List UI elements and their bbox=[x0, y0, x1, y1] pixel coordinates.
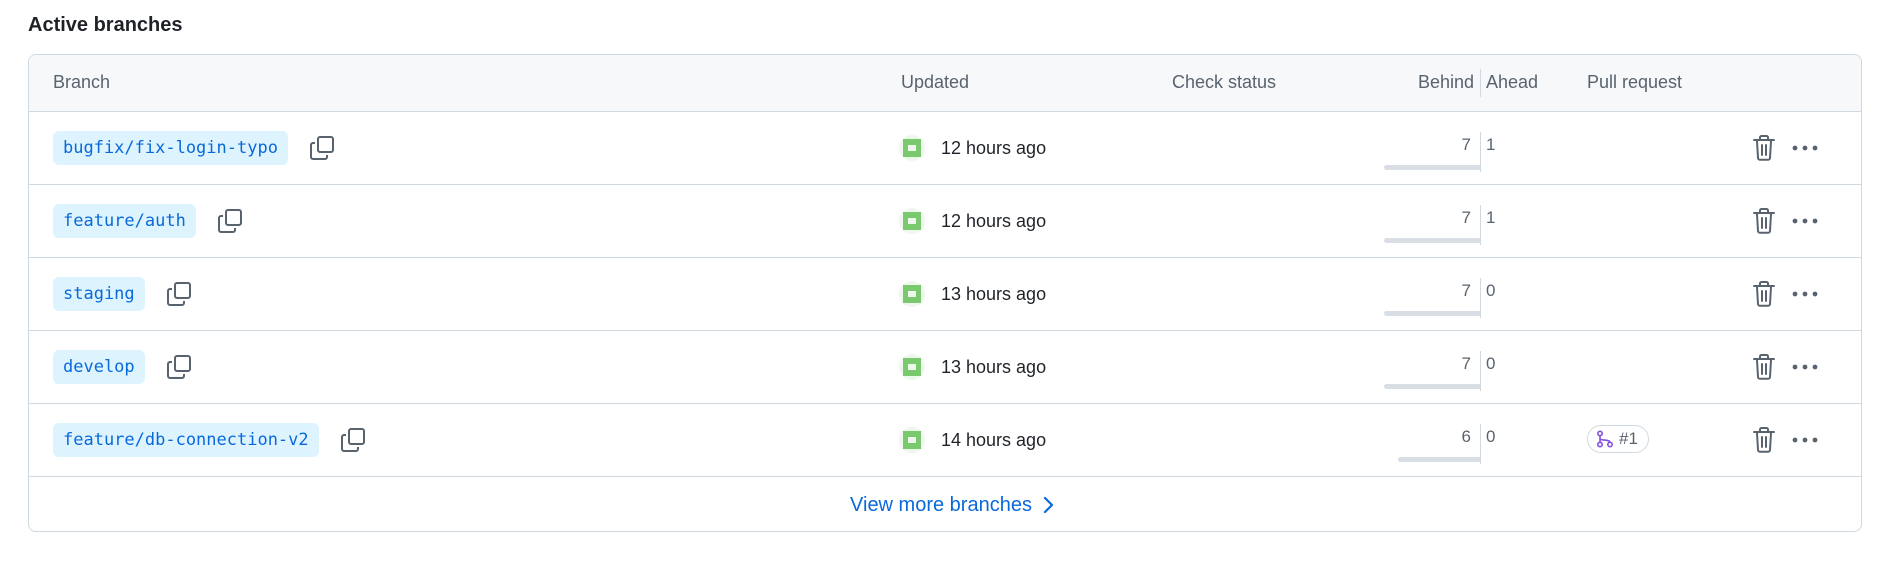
behind-count: 7 bbox=[1461, 135, 1471, 154]
behind-count: 7 bbox=[1461, 281, 1471, 300]
behind-bar bbox=[1384, 311, 1480, 316]
view-more-label: View more branches bbox=[850, 493, 1032, 516]
table-row: bugfix/fix-login-typo 12 hours ago 7 1 bbox=[29, 112, 1861, 185]
updated-time: 13 hours ago bbox=[941, 357, 1047, 377]
table-footer: View more branches bbox=[29, 477, 1861, 531]
pull-request-badge[interactable]: #1 bbox=[1587, 425, 1649, 453]
behind-count: 7 bbox=[1461, 354, 1471, 373]
branches-table: Branch Updated Check status Behind Ahead… bbox=[28, 54, 1862, 532]
avatar bbox=[899, 135, 925, 161]
updated-time: 13 hours ago bbox=[941, 284, 1047, 304]
trash-icon[interactable] bbox=[1751, 426, 1777, 454]
avatar bbox=[899, 354, 925, 380]
column-header-updated: Updated bbox=[901, 72, 970, 92]
table-header: Branch Updated Check status Behind Ahead… bbox=[29, 55, 1861, 112]
active-branches-panel: Active branches Branch Updated Check sta… bbox=[0, 0, 1888, 567]
table-row: develop 13 hours ago 7 0 bbox=[29, 331, 1861, 404]
kebab-horizontal-icon[interactable] bbox=[1790, 353, 1820, 381]
avatar bbox=[899, 208, 925, 234]
kebab-horizontal-icon[interactable] bbox=[1790, 280, 1820, 308]
updated-time: 12 hours ago bbox=[941, 211, 1047, 231]
behind-count: 6 bbox=[1461, 427, 1471, 446]
table-row: feature/db-connection-v2 14 hours ago 6 0 #1 bbox=[29, 404, 1861, 477]
behind-bar bbox=[1384, 238, 1480, 243]
kebab-horizontal-icon[interactable] bbox=[1790, 207, 1820, 235]
behind-ahead-divider bbox=[1480, 278, 1481, 318]
kebab-horizontal-icon[interactable] bbox=[1790, 134, 1820, 162]
kebab-horizontal-icon[interactable] bbox=[1790, 426, 1820, 454]
updated-time: 12 hours ago bbox=[941, 138, 1047, 158]
ahead-count: 0 bbox=[1486, 427, 1496, 446]
behind-ahead-divider bbox=[1480, 132, 1481, 172]
behind-ahead-divider bbox=[1480, 351, 1481, 391]
column-header-behind: Behind bbox=[1417, 72, 1474, 92]
avatar bbox=[899, 281, 925, 307]
copy-icon[interactable] bbox=[216, 207, 244, 235]
ahead-count: 0 bbox=[1486, 281, 1496, 300]
column-header-check-status: Check status bbox=[1172, 72, 1277, 92]
chevron-right-icon bbox=[1043, 496, 1054, 514]
behind-bar bbox=[1384, 165, 1480, 170]
column-header-pull-request: Pull request bbox=[1587, 72, 1683, 92]
git-pull-request-icon bbox=[1596, 430, 1614, 448]
table-row: feature/auth 12 hours ago 7 1 bbox=[29, 185, 1861, 258]
ahead-count: 1 bbox=[1486, 135, 1496, 154]
copy-icon[interactable] bbox=[165, 353, 193, 381]
copy-icon[interactable] bbox=[308, 134, 336, 162]
table-row: staging 13 hours ago 7 0 bbox=[29, 258, 1861, 331]
branch-name-link[interactable]: feature/db-connection-v2 bbox=[53, 423, 319, 457]
behind-count: 7 bbox=[1461, 208, 1471, 227]
updated-time: 14 hours ago bbox=[941, 430, 1047, 450]
trash-icon[interactable] bbox=[1751, 280, 1777, 308]
branch-name-link[interactable]: feature/auth bbox=[53, 204, 196, 238]
trash-icon[interactable] bbox=[1751, 207, 1777, 235]
branch-name-link[interactable]: develop bbox=[53, 350, 145, 384]
section-title: Active branches bbox=[28, 14, 183, 36]
behind-ahead-divider bbox=[1480, 69, 1481, 97]
behind-ahead-divider bbox=[1480, 205, 1481, 245]
copy-icon[interactable] bbox=[339, 426, 367, 454]
ahead-count: 0 bbox=[1486, 354, 1496, 373]
trash-icon[interactable] bbox=[1751, 353, 1777, 381]
table-body: bugfix/fix-login-typo 12 hours ago 7 1 featu… bbox=[29, 112, 1861, 477]
trash-icon[interactable] bbox=[1751, 134, 1777, 162]
branch-name-link[interactable]: bugfix/fix-login-typo bbox=[53, 131, 288, 165]
column-header-ahead: Ahead bbox=[1486, 72, 1539, 92]
behind-bar bbox=[1384, 384, 1480, 389]
behind-bar bbox=[1398, 457, 1480, 462]
behind-ahead-divider bbox=[1480, 424, 1481, 464]
ahead-count: 1 bbox=[1486, 208, 1496, 227]
copy-icon[interactable] bbox=[165, 280, 193, 308]
pull-request-number: #1 bbox=[1619, 429, 1638, 448]
avatar bbox=[899, 427, 925, 453]
column-header-branch: Branch bbox=[53, 72, 111, 92]
branch-name-link[interactable]: staging bbox=[53, 277, 145, 311]
view-more-branches-link[interactable]: View more branches bbox=[850, 494, 1054, 517]
